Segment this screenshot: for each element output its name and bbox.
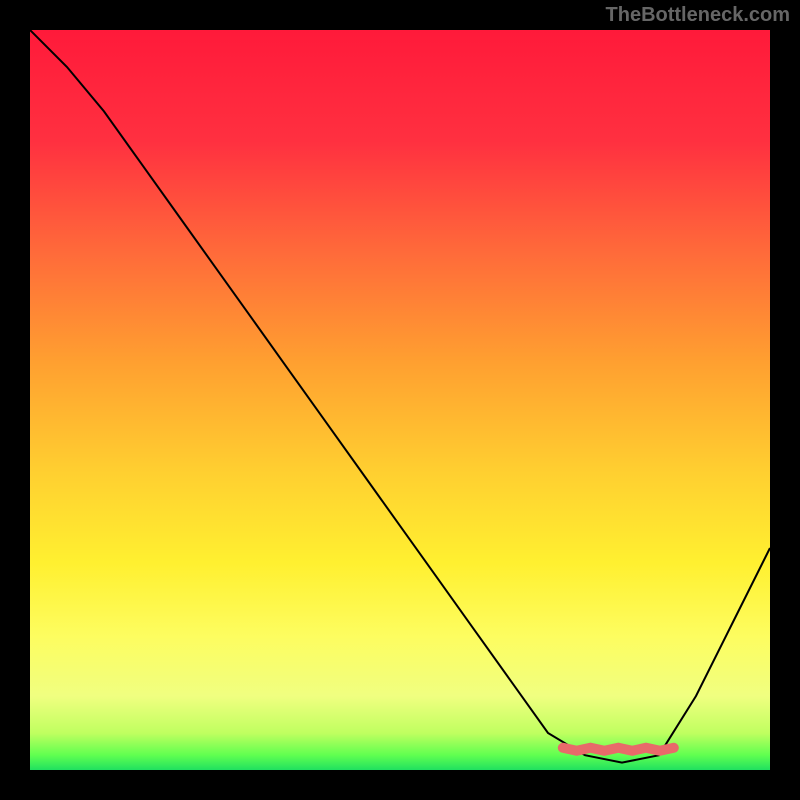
chart-container: TheBottleneck.com	[0, 0, 800, 800]
plot-area	[30, 30, 770, 770]
watermark-text: TheBottleneck.com	[606, 4, 790, 27]
optimal-zone-marker	[563, 748, 674, 751]
bottleneck-curve	[30, 30, 770, 763]
chart-overlay	[30, 30, 770, 770]
